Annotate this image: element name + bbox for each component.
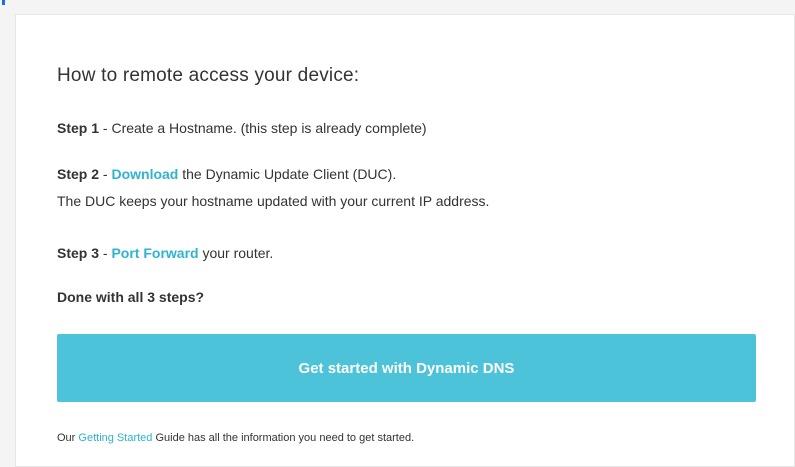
footer-prefix: Our bbox=[57, 432, 79, 444]
port-forward-link[interactable]: Port Forward bbox=[111, 245, 198, 261]
remote-access-card: How to remote access your device: Step 1… bbox=[15, 14, 795, 467]
step-1-label: Step 1 bbox=[57, 120, 100, 136]
getting-started-link[interactable]: Getting Started bbox=[78, 432, 152, 444]
step-3-text: your router. bbox=[198, 245, 274, 261]
step-1: Step 1 - Create a Hostname. (this step i… bbox=[57, 120, 427, 136]
step-2-text: the Dynamic Update Client (DUC). bbox=[178, 166, 397, 182]
get-started-dynamic-dns-button[interactable]: Get started with Dynamic DNS bbox=[57, 334, 756, 402]
step-2-separator: - bbox=[99, 166, 112, 182]
download-link[interactable]: Download bbox=[111, 166, 178, 182]
step-2-label: Step 2 bbox=[57, 166, 100, 182]
page-edge-link-fragment bbox=[2, 0, 5, 5]
done-question: Done with all 3 steps? bbox=[57, 289, 205, 305]
footer-note: Our Getting Started Guide has all the in… bbox=[57, 432, 414, 444]
step-2-note: The DUC keeps your hostname updated with… bbox=[57, 193, 490, 209]
step-1-text: - Create a Hostname. (this step is alrea… bbox=[99, 120, 427, 136]
step-3: Step 3 - Port Forward your router. bbox=[57, 245, 273, 261]
footer-suffix: Guide has all the information you need t… bbox=[152, 432, 415, 444]
card-heading: How to remote access your device: bbox=[57, 65, 360, 86]
step-3-label: Step 3 bbox=[57, 245, 100, 261]
step-3-separator: - bbox=[99, 245, 112, 261]
step-2: Step 2 - Download the Dynamic Update Cli… bbox=[57, 166, 396, 182]
